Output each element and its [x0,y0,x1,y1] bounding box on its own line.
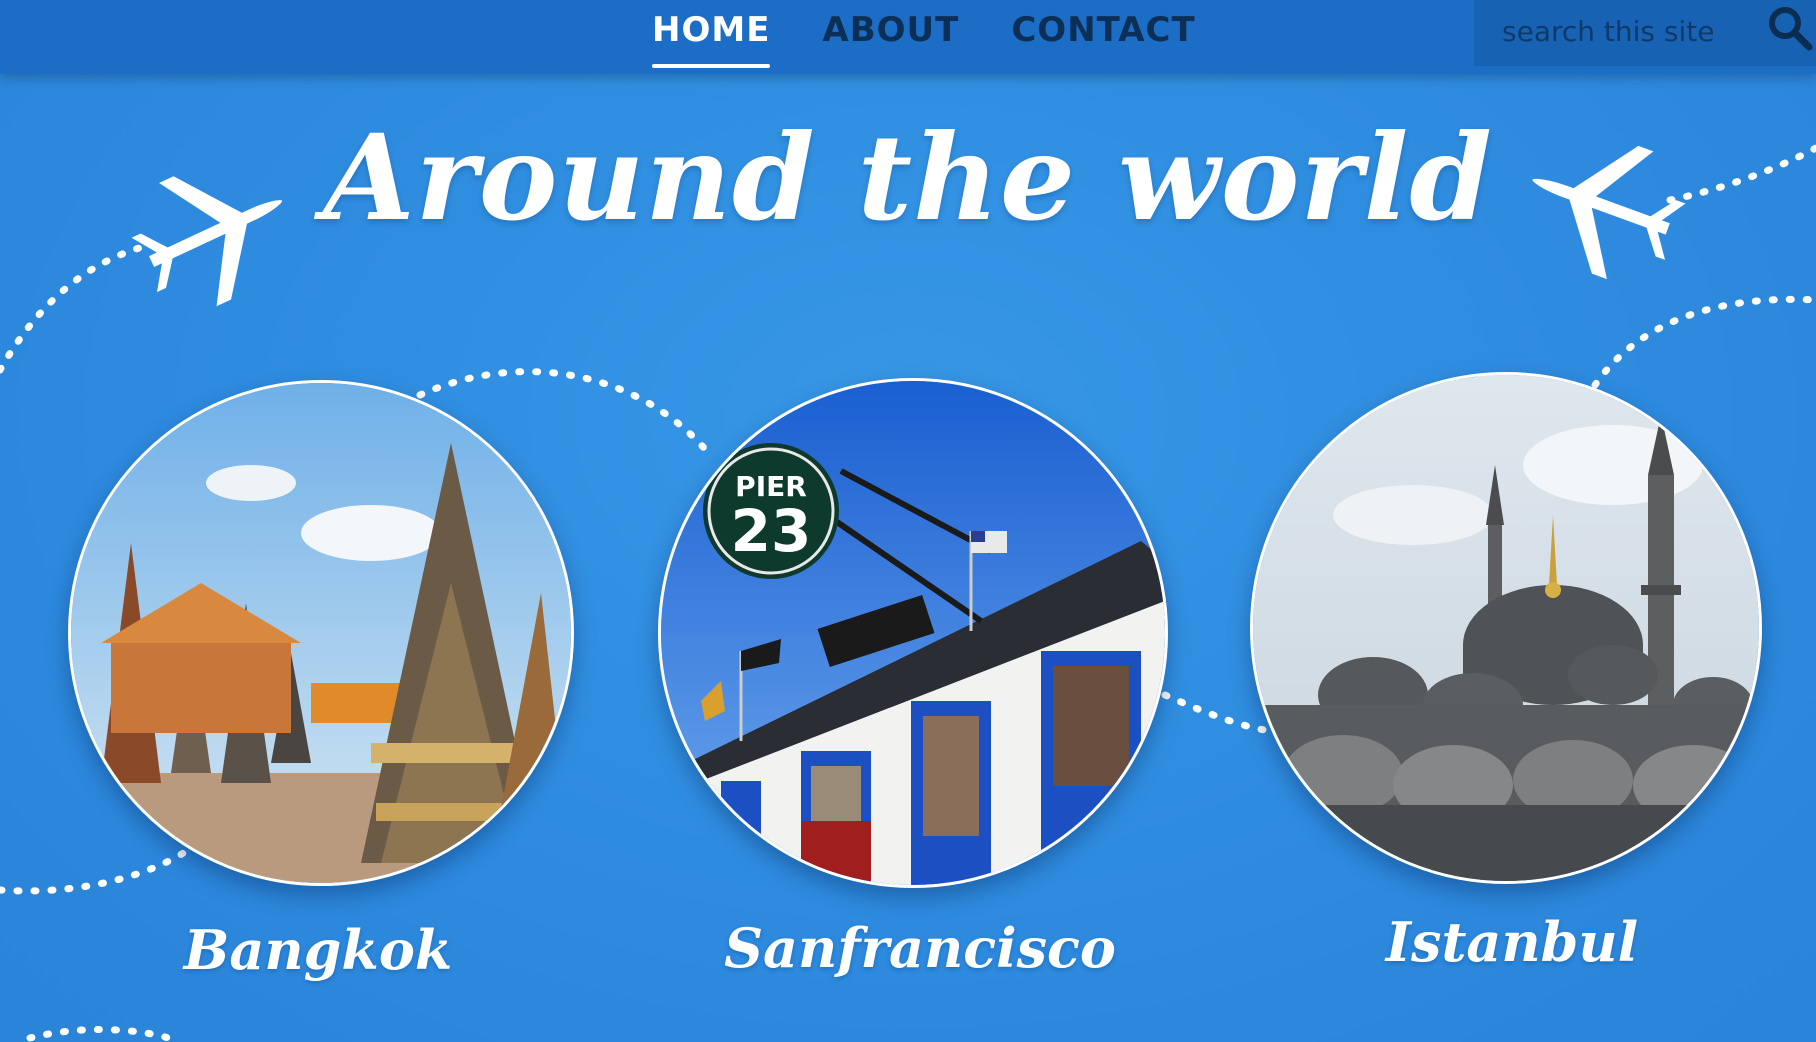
city-image-sanfrancisco[interactable]: PIER 23 [658,378,1168,888]
page-title: Around the world [323,108,1493,247]
city-image-istanbul[interactable] [1250,372,1762,884]
search-icon[interactable] [1764,2,1816,54]
page-background: Around the world Bangkok PIER 23 Sanfran… [0,0,1816,1042]
main-menu: HOME ABOUT CONTACT [652,0,1248,74]
svg-text:23: 23 [731,497,812,565]
top-navigation-bar: HOME ABOUT CONTACT [0,0,1816,74]
temple-photo [71,383,571,883]
city-label-sanfrancisco[interactable]: Sanfrancisco [710,916,1130,980]
mosque-photo [1253,375,1759,881]
search-input[interactable] [1502,8,1752,54]
city-image-bangkok[interactable] [68,380,574,886]
pier-photo: PIER 23 [661,381,1165,885]
search-box [1474,0,1816,66]
nav-home[interactable]: HOME [652,0,771,74]
city-label-istanbul[interactable]: Istanbul [1302,910,1722,974]
nav-about[interactable]: ABOUT [822,0,959,74]
city-label-bangkok[interactable]: Bangkok [108,918,528,982]
nav-contact[interactable]: CONTACT [1011,0,1195,74]
